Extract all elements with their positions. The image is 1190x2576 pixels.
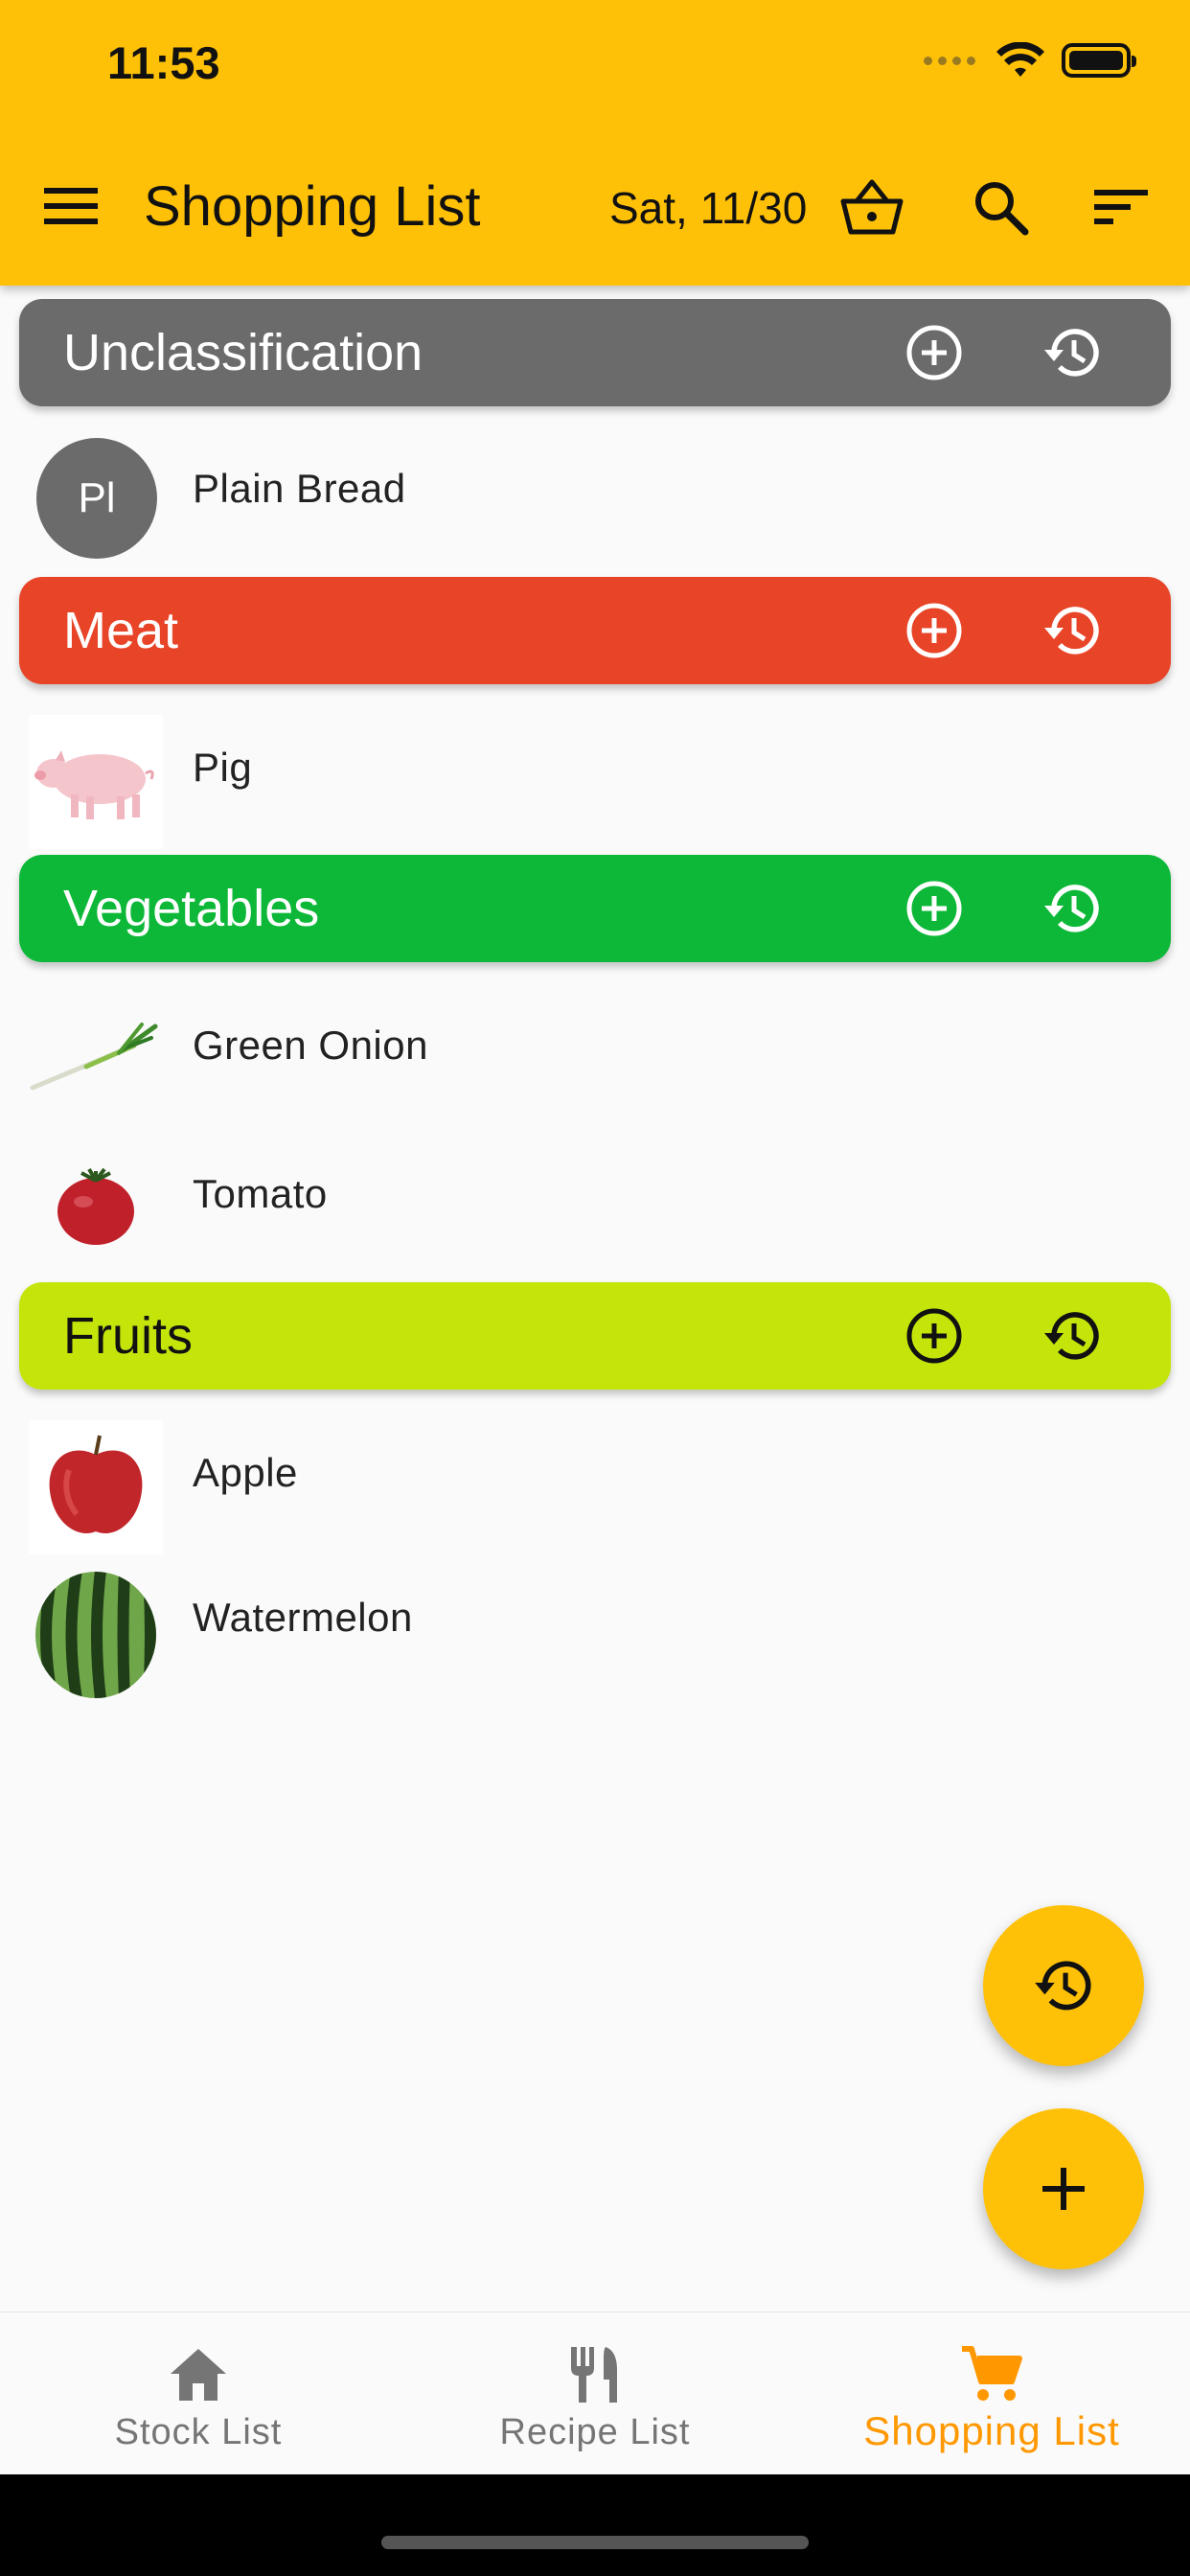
tomato-image	[29, 1140, 163, 1275]
add-circle-icon[interactable]	[903, 1304, 966, 1368]
cart-icon	[962, 2346, 1022, 2401]
app-header: 11:53 Shopping List Sat, 11/30	[0, 0, 1190, 286]
page-title: Shopping List	[144, 175, 481, 238]
nav-label: Shopping List	[863, 2408, 1120, 2453]
history-fab[interactable]	[983, 1905, 1144, 2066]
add-circle-icon[interactable]	[903, 599, 966, 662]
item-label: Green Onion	[193, 1023, 428, 1068]
category-header-vegetables: Vegetables	[19, 855, 1171, 962]
home-icon	[171, 2349, 226, 2401]
search-icon[interactable]	[966, 172, 1035, 242]
nav-label: Recipe List	[499, 2412, 691, 2452]
category-title: Vegetables	[63, 880, 320, 937]
system-home-bar	[0, 2474, 1190, 2576]
add-fab[interactable]	[983, 2108, 1144, 2269]
category-title: Fruits	[63, 1307, 193, 1365]
status-indicators	[924, 42, 1136, 79]
item-label: Apple	[193, 1450, 298, 1495]
add-circle-icon[interactable]	[903, 877, 966, 940]
category-header-fruits: Fruits	[19, 1282, 1171, 1390]
cellular-signal-icon	[924, 56, 975, 65]
nav-recipe-list[interactable]: Recipe List	[397, 2312, 793, 2475]
category-header-unclassification: Unclassification	[19, 299, 1171, 406]
list-item[interactable]: Pl Plain Bread	[0, 427, 1190, 571]
item-label: Watermelon	[193, 1595, 413, 1640]
add-circle-icon[interactable]	[903, 321, 966, 384]
watermelon-image	[29, 1568, 163, 1702]
menu-icon[interactable]	[42, 182, 100, 230]
item-label: Tomato	[193, 1171, 328, 1216]
plus-icon	[1042, 2168, 1085, 2210]
bottom-navigation: Stock List Recipe List Shopping List	[0, 2312, 1190, 2474]
item-label: Pig	[193, 745, 253, 790]
history-icon[interactable]	[1041, 599, 1104, 662]
date-label[interactable]: Sat, 11/30	[609, 182, 807, 234]
list-item[interactable]: Watermelon	[0, 1556, 1190, 1700]
utensils-icon	[571, 2347, 617, 2403]
history-icon	[1035, 1961, 1091, 2011]
apple-image	[29, 1420, 163, 1554]
category-header-meat: Meat	[19, 577, 1171, 684]
battery-icon	[1062, 43, 1136, 78]
history-icon[interactable]	[1041, 321, 1104, 384]
category-title: Unclassification	[63, 324, 423, 381]
pig-image	[29, 715, 163, 849]
list-item[interactable]: Tomato	[0, 1129, 1190, 1273]
category-title: Meat	[63, 602, 179, 659]
nav-label: Stock List	[114, 2412, 283, 2452]
history-icon[interactable]	[1041, 1304, 1104, 1368]
history-icon[interactable]	[1041, 877, 1104, 940]
nav-shopping-list[interactable]: Shopping List	[793, 2312, 1190, 2475]
avatar: Pl	[36, 438, 157, 559]
status-time: 11:53	[107, 37, 220, 88]
wifi-icon	[996, 42, 1044, 77]
sort-icon[interactable]	[1087, 172, 1156, 242]
list-item[interactable]: Green Onion	[0, 981, 1190, 1125]
list-item[interactable]: Apple	[0, 1409, 1190, 1554]
green-onion-image	[29, 993, 163, 1127]
list-item[interactable]: Pig	[0, 703, 1190, 849]
home-indicator[interactable]	[381, 2536, 809, 2549]
item-label: Plain Bread	[193, 466, 406, 511]
basket-icon[interactable]	[837, 172, 906, 242]
nav-stock-list[interactable]: Stock List	[0, 2312, 397, 2475]
